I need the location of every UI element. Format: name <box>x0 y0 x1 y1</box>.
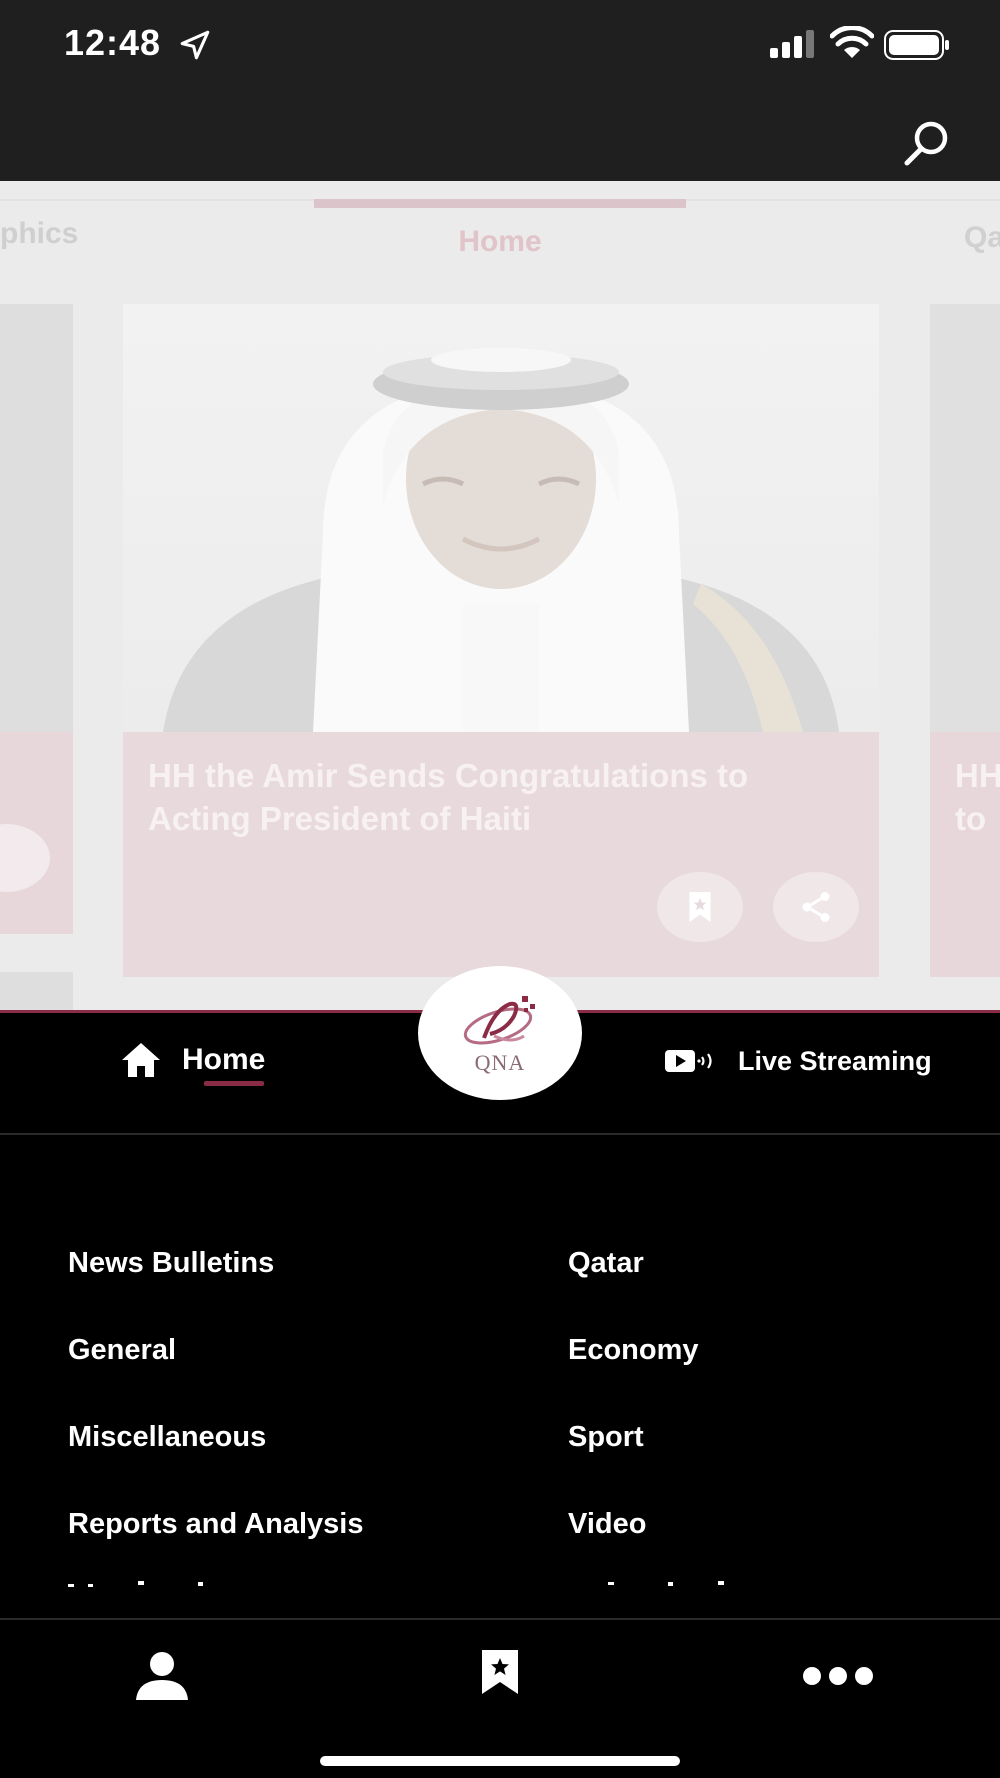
category-qatar[interactable]: Qatar <box>568 1247 644 1280</box>
share-icon <box>802 892 830 922</box>
next-news-card[interactable]: HH to <box>930 304 1000 977</box>
bookmark-icon <box>689 892 711 922</box>
news-photo <box>123 304 879 732</box>
tab-infographics[interactable]: phics <box>0 217 78 251</box>
battery-icon <box>884 30 949 60</box>
featured-news-card[interactable]: HH the Amir Sends Congratulations to Act… <box>123 304 879 977</box>
cellular-signal-icon <box>770 30 814 58</box>
bookmarks-icon[interactable] <box>480 1648 520 1696</box>
category-sport[interactable]: Sport <box>568 1421 644 1454</box>
status-bar: 12:48 <box>0 0 1000 90</box>
category-miscellaneous[interactable]: Miscellaneous <box>68 1421 266 1454</box>
previous-news-card-2[interactable] <box>0 972 73 1011</box>
nav-home-button[interactable]: Home <box>120 1035 265 1085</box>
nav-home-label: Home <box>182 1043 266 1076</box>
category-news-bulletins[interactable]: News Bulletins <box>68 1247 274 1280</box>
category-partial-left[interactable] <box>68 1580 218 1588</box>
app-header <box>0 90 1000 181</box>
previous-card-caption <box>0 732 73 934</box>
next-card-headline: HH to <box>955 757 1000 837</box>
bottom-tab-bar <box>0 1620 1000 1778</box>
categories-menu: News Bulletins General Miscellaneous Rep… <box>0 1135 1000 1618</box>
share-button[interactable] <box>773 872 859 942</box>
live-streaming-button[interactable]: Live Streaming <box>664 1041 932 1081</box>
category-general[interactable]: General <box>68 1334 176 1367</box>
home-content: phics Home Qa HH the Amir Sends Congratu… <box>0 181 1000 1011</box>
qna-logo-icon <box>463 996 535 1045</box>
category-economy[interactable]: Economy <box>568 1334 699 1367</box>
news-headline[interactable]: HH the Amir Sends Congratulations to Act… <box>148 754 858 840</box>
home-indicator[interactable] <box>320 1756 680 1766</box>
news-caption: HH the Amir Sends Congratulations to Act… <box>123 732 879 977</box>
nav-home-active-indicator <box>204 1081 264 1086</box>
share-icon[interactable] <box>0 824 50 892</box>
previous-news-card[interactable] <box>0 304 73 934</box>
profile-icon[interactable] <box>134 1650 190 1702</box>
next-card-caption: HH to <box>930 732 1000 977</box>
qna-logo-button[interactable]: QNA <box>418 966 582 1100</box>
status-time: 12:48 <box>64 22 162 63</box>
home-icon <box>122 1043 160 1077</box>
category-reports-and-analysis[interactable]: Reports and Analysis <box>68 1508 363 1541</box>
more-icon[interactable] <box>802 1666 874 1686</box>
wifi-icon <box>830 26 874 58</box>
tab-qatar[interactable]: Qa <box>964 221 1000 255</box>
bookmark-button[interactable] <box>657 872 743 942</box>
search-icon[interactable] <box>902 118 952 168</box>
live-streaming-icon <box>665 1050 712 1072</box>
category-video[interactable]: Video <box>568 1508 646 1541</box>
portrait-illustration <box>163 348 839 732</box>
tab-active-indicator <box>314 199 686 208</box>
category-partial-right[interactable] <box>568 1580 748 1588</box>
location-arrow-icon <box>180 30 210 60</box>
tab-home[interactable]: Home <box>400 225 600 259</box>
live-streaming-label: Live Streaming <box>738 1045 932 1076</box>
qna-logo-text: QNA <box>474 1050 526 1075</box>
